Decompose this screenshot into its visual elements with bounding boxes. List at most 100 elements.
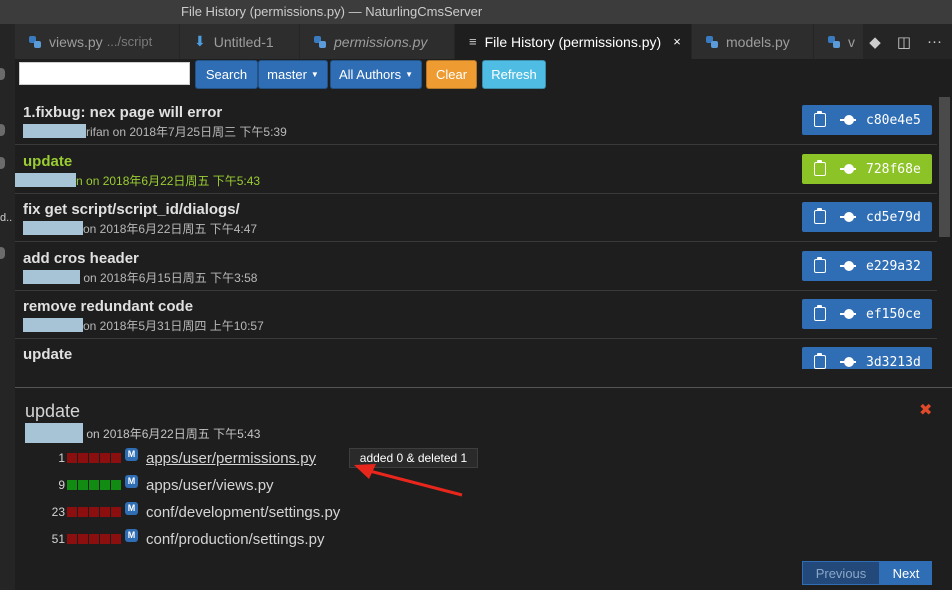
tab-label: v	[848, 33, 855, 50]
tab-label: permissions.py	[334, 33, 428, 50]
tab-file-history[interactable]: ≡ File History (permissions.py) ×	[455, 24, 692, 59]
change-count: 1	[58, 451, 65, 465]
authors-dropdown[interactable]: All Authors ▼	[330, 60, 422, 89]
redacted-author	[23, 270, 80, 284]
commit-sha: ef150ce	[866, 306, 921, 322]
commit-list: 1.fixbug: nex page will error rifan on 2…	[15, 97, 937, 369]
commit-meta: on 2018年6月22日周五 下午4:47	[23, 220, 257, 237]
truncated-label: d..	[0, 212, 13, 224]
next-button[interactable]: Next	[880, 561, 932, 585]
commit-message: remove redundant code	[23, 298, 194, 315]
tab-label: models.py	[726, 33, 790, 50]
commit-meta: n on 2018年6月22日周五 下午5:43	[15, 172, 260, 189]
preview-lines-icon: ≡	[469, 34, 477, 49]
git-commit-icon	[840, 357, 856, 367]
commit-hash-button[interactable]: 3d3213d	[802, 347, 932, 369]
detail-date: on 2018年6月22日周五 下午5:43	[83, 427, 261, 441]
clipboard-icon[interactable]	[814, 111, 826, 127]
close-detail-icon[interactable]: ✖	[919, 400, 932, 420]
search-button[interactable]: Search	[195, 60, 258, 89]
commit-list-scrollbar[interactable]	[937, 97, 952, 369]
file-link[interactable]: conf/development/settings.py	[146, 504, 340, 521]
commit-date: on 2018年6月22日周五 下午4:47	[83, 222, 258, 236]
more-actions-icon[interactable]: ···	[927, 33, 942, 50]
file-link[interactable]: conf/production/settings.py	[146, 531, 324, 548]
commit-hash-button[interactable]: c80e4e5	[802, 105, 932, 135]
indicator-dot	[0, 124, 5, 136]
tab-untitled-1[interactable]: ⬇ Untitled-1	[180, 24, 300, 59]
file-link[interactable]: apps/user/views.py	[146, 477, 274, 494]
tab-label: File History (permissions.py)	[484, 33, 662, 50]
commit-row[interactable]: remove redundant code on 2018年5月31日周四 上午…	[15, 291, 937, 339]
pagination: Previous Next	[802, 561, 932, 585]
clipboard-icon[interactable]	[814, 305, 826, 321]
indicator-dot	[0, 157, 5, 169]
commit-row[interactable]: add cros header on 2018年6月15日周五 下午3:58 e…	[15, 243, 937, 291]
detail-meta: on 2018年6月22日周五 下午5:43	[25, 423, 260, 443]
split-editor-icon[interactable]: ◫	[897, 33, 911, 51]
changed-file-row[interactable]: 23 M conf/development/settings.py	[40, 501, 340, 523]
commit-row[interactable]: 1.fixbug: nex page will error rifan on 2…	[15, 97, 937, 145]
commit-message: 1.fixbug: nex page will error	[23, 104, 223, 121]
download-arrow-icon: ⬇	[194, 33, 206, 49]
commit-meta: on 2018年5月31日周四 上午10:57	[23, 317, 264, 334]
previous-button[interactable]: Previous	[802, 561, 880, 585]
scrollbar-thumb[interactable]	[939, 97, 950, 237]
indicator-dot	[0, 247, 5, 259]
commit-sha: c80e4e5	[866, 112, 921, 128]
commit-sha: cd5e79d	[866, 209, 921, 225]
change-count: 9	[58, 478, 65, 492]
title-bar: File History (permissions.py) — Naturlin…	[0, 0, 952, 24]
clipboard-icon[interactable]	[814, 208, 826, 224]
file-link[interactable]: apps/user/permissions.py	[146, 450, 316, 467]
python-file-icon	[314, 35, 326, 48]
clipboard-icon[interactable]	[814, 257, 826, 273]
search-input[interactable]	[19, 62, 190, 85]
caret-down-icon: ▼	[310, 70, 319, 79]
commit-sha: e229a32	[866, 258, 921, 274]
commit-author: n	[76, 174, 83, 188]
close-tab-icon[interactable]: ×	[673, 34, 681, 49]
detail-title: update	[25, 401, 81, 421]
tab-views-py[interactable]: views.py .../script	[15, 24, 180, 59]
branch-dropdown[interactable]: master ▼	[258, 60, 328, 89]
change-bars	[67, 507, 121, 517]
search-button-label: Search	[205, 67, 248, 82]
changed-file-row[interactable]: 9 M apps/user/views.py	[40, 474, 274, 496]
git-commit-icon	[840, 115, 856, 125]
refresh-button-label: Refresh	[491, 67, 537, 82]
python-file-icon	[29, 35, 41, 48]
python-file-icon	[828, 35, 840, 48]
redacted-author	[25, 423, 83, 443]
commit-row[interactable]: update 3d3213d	[15, 339, 937, 369]
commit-date: on 2018年6月22日周五 下午5:43	[82, 174, 261, 188]
commit-row[interactable]: fix get script/script_id/dialogs/ on 201…	[15, 194, 937, 242]
editor-tab-bar: views.py .../script ⬇ Untitled-1 permiss…	[15, 24, 952, 59]
refresh-button[interactable]: Refresh	[482, 60, 546, 89]
tab-permissions-py[interactable]: permissions.py	[300, 24, 455, 59]
commit-hash-button[interactable]: cd5e79d	[802, 202, 932, 232]
commit-hash-button[interactable]: e229a32	[802, 251, 932, 281]
changed-file-row[interactable]: 51 M conf/production/settings.py	[40, 528, 324, 550]
tab-models-py[interactable]: models.py	[692, 24, 814, 59]
redacted-author	[23, 318, 83, 332]
clear-button-label: Clear	[435, 67, 468, 82]
clipboard-icon[interactable]	[814, 160, 826, 176]
commit-hash-button[interactable]: 728f68e	[802, 154, 932, 184]
commit-message: fix get script/script_id/dialogs/	[23, 201, 240, 218]
commit-meta: rifan on 2018年7月25日周三 下午5:39	[23, 123, 287, 140]
git-commit-icon	[840, 164, 856, 174]
commit-hash-button[interactable]: ef150ce	[802, 299, 932, 329]
commit-date: on 2018年5月31日周四 上午10:57	[83, 319, 264, 333]
commit-row-selected[interactable]: update n on 2018年6月22日周五 下午5:43 728f68e	[15, 146, 937, 194]
git-compare-icon[interactable]: ◆	[869, 33, 881, 51]
modified-badge: M	[125, 474, 138, 488]
window-title: File History (permissions.py) — Naturlin…	[181, 4, 483, 19]
tab-description: .../script	[106, 34, 153, 49]
changed-file-row[interactable]: 1 M apps/user/permissions.py	[40, 447, 316, 469]
git-commit-icon	[840, 261, 856, 271]
clipboard-icon[interactable]	[814, 353, 826, 369]
clear-button[interactable]: Clear	[426, 60, 477, 89]
change-bars	[67, 534, 121, 544]
tab-label: Untitled-1	[213, 33, 274, 50]
